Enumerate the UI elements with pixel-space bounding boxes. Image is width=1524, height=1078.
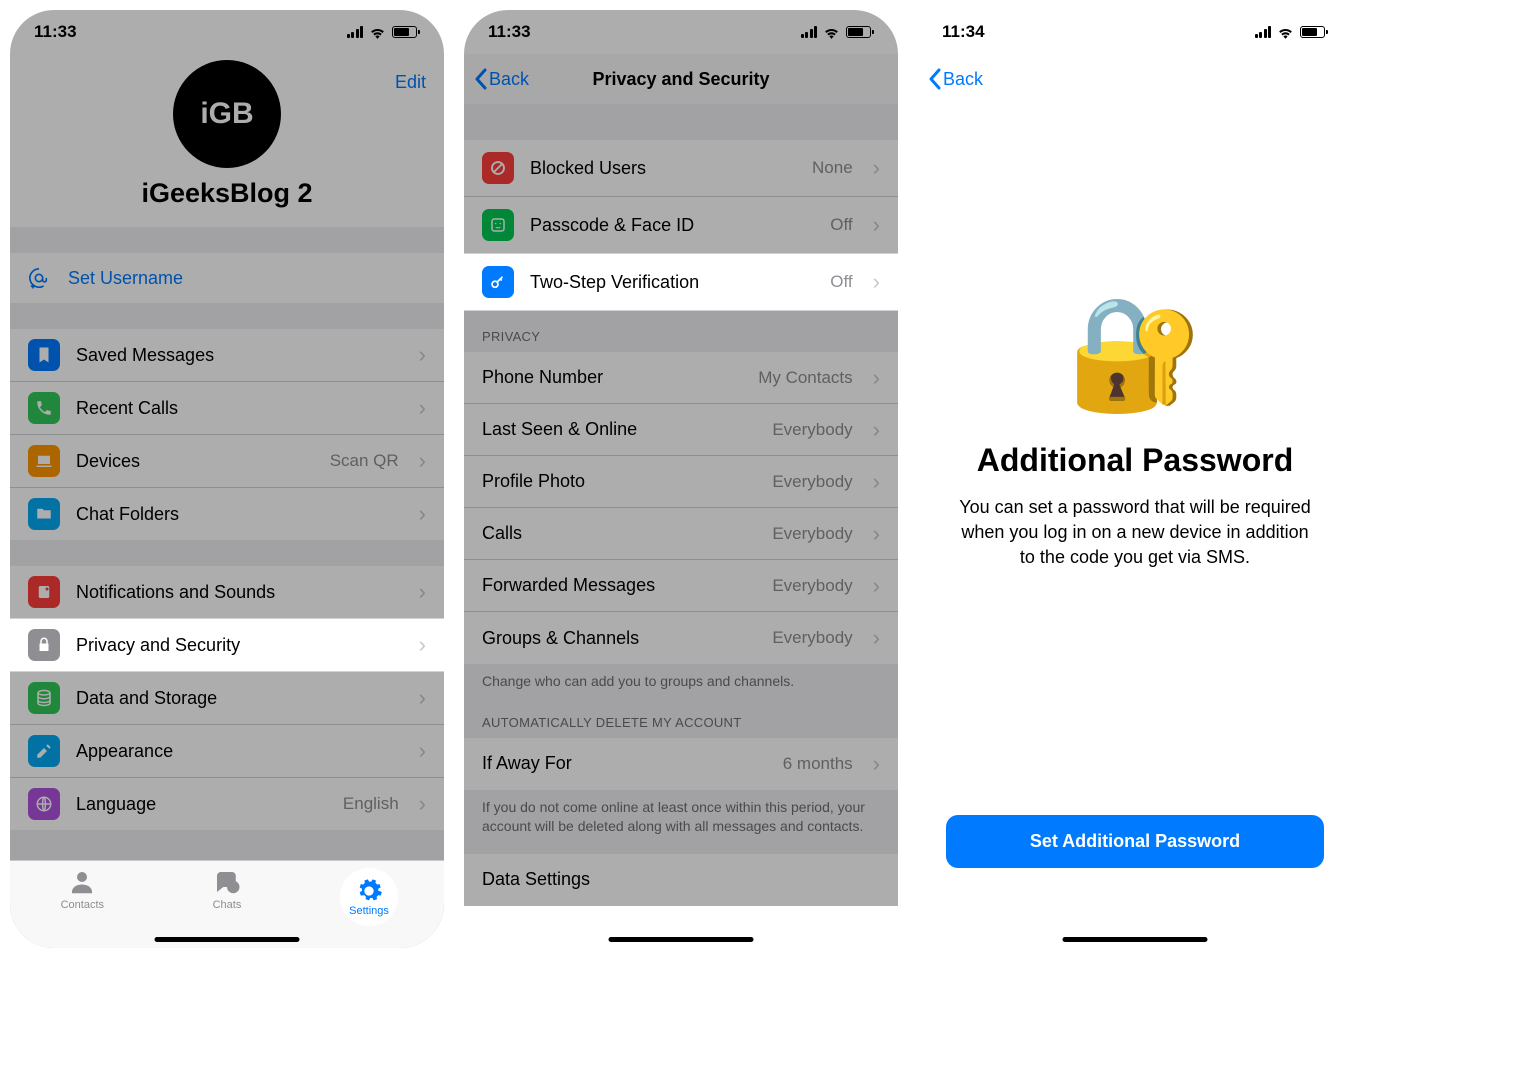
row-recent-calls[interactable]: Recent Calls › [10,382,444,435]
phone-icon [28,392,60,424]
statusbar-icons [801,26,875,39]
row-two-step-verification[interactable]: Two-Step Verification Off › [464,253,898,311]
chevron-right-icon: › [873,212,880,238]
wifi-icon [823,26,840,39]
row-calls[interactable]: CallsEverybody› [464,508,898,560]
faceid-icon [482,209,514,241]
home-indicator[interactable] [155,937,300,942]
row-saved-messages[interactable]: Saved Messages › [10,329,444,382]
chevron-right-icon: › [419,738,426,764]
lock-icon [28,629,60,661]
screen-additional-password: 11:34 Back 🔐 Additional Password You can… [918,10,1352,948]
page-description: You can set a password that will be requ… [954,495,1316,571]
signal-icon [801,26,818,38]
tab-contacts[interactable]: Contacts [32,867,132,911]
signal-icon [347,26,364,38]
chevron-left-icon [474,68,487,90]
block-icon [482,152,514,184]
settings-list-a: Saved Messages › Recent Calls › Devices … [10,329,444,540]
row-data-storage[interactable]: Data and Storage › [10,672,444,725]
screen-privacy: 11:33 Back Privacy and Security Blocked … [464,10,898,948]
profile-name: iGeeksBlog 2 [10,178,444,209]
chevron-right-icon: › [873,269,880,295]
edit-button[interactable]: Edit [395,72,426,93]
lock-key-illustration: 🔐 [1067,289,1204,418]
row-privacy-security[interactable]: Privacy and Security › [10,618,444,672]
at-icon [28,267,50,289]
gear-icon [355,877,383,905]
signal-icon [1255,26,1272,38]
row-devices[interactable]: Devices Scan QR › [10,435,444,488]
chevron-right-icon: › [419,448,426,474]
nav-bar: Back Privacy and Security [464,54,898,104]
chevron-right-icon: › [419,791,426,817]
page-title: Additional Password [977,442,1293,479]
statusbar-time: 11:33 [488,22,531,42]
row-appearance[interactable]: Appearance › [10,725,444,778]
set-username-row[interactable]: Set Username [10,253,444,303]
auto-delete-footer: If you do not come online at least once … [464,790,898,842]
home-indicator[interactable] [609,937,754,942]
home-indicator[interactable] [1063,937,1208,942]
settings-list-b-top: Notifications and Sounds › [10,566,444,618]
key-icon [482,266,514,298]
chevron-right-icon: › [419,579,426,605]
devices-icon [28,445,60,477]
row-groups-channels[interactable]: Groups & ChannelsEverybody› [464,612,898,664]
bookmark-icon [28,339,60,371]
row-notifications[interactable]: Notifications and Sounds › [10,566,444,618]
chevron-right-icon: › [419,501,426,527]
row-data-settings[interactable]: Data Settings [464,854,898,906]
chevron-right-icon: › [419,685,426,711]
set-password-button[interactable]: Set Additional Password [946,815,1324,868]
section-privacy-header: PRIVACY [464,311,898,352]
row-forwarded-messages[interactable]: Forwarded MessagesEverybody› [464,560,898,612]
statusbar-icons [1255,26,1329,39]
chevron-right-icon: › [419,632,426,658]
profile-avatar[interactable]: iGB [173,60,281,168]
row-passcode-faceid[interactable]: Passcode & Face ID Off › [464,197,898,253]
row-profile-photo[interactable]: Profile PhotoEverybody› [464,456,898,508]
contacts-icon [67,867,97,897]
tab-settings[interactable]: Settings [340,868,398,926]
privacy-footer: Change who can add you to groups and cha… [464,664,898,697]
wifi-icon [369,26,386,39]
appearance-icon [28,735,60,767]
chevron-right-icon: › [873,155,880,181]
storage-icon [28,682,60,714]
section-auto-delete-header: AUTOMATICALLY DELETE MY ACCOUNT [464,697,898,738]
chevron-right-icon: › [419,342,426,368]
tab-chats[interactable]: Chats [177,867,277,911]
nav-title: Privacy and Security [592,69,769,90]
notification-icon [28,576,60,608]
screen-settings: 11:33 Edit iGB iGeeksBlog 2 Set Username [10,10,444,948]
row-if-away-for[interactable]: If Away For6 months› [464,738,898,790]
chevron-right-icon: › [419,395,426,421]
wifi-icon [1277,26,1294,39]
statusbar-icons [347,26,421,39]
back-button[interactable]: Back [474,68,529,90]
globe-icon [28,788,60,820]
status-bar-wrap: 11:33 [10,10,444,54]
row-blocked-users[interactable]: Blocked Users None › [464,140,898,197]
set-username-label: Set Username [68,268,183,289]
row-phone-number[interactable]: Phone NumberMy Contacts› [464,352,898,404]
statusbar-time: 11:33 [34,22,77,42]
battery-icon [846,26,874,38]
folder-icon [28,498,60,530]
battery-icon [392,26,420,38]
chats-icon [212,867,242,897]
row-language[interactable]: Language English › [10,778,444,830]
row-chat-folders[interactable]: Chat Folders › [10,488,444,540]
battery-icon [1300,26,1328,38]
row-last-seen[interactable]: Last Seen & OnlineEverybody› [464,404,898,456]
statusbar-time: 11:34 [942,22,985,42]
